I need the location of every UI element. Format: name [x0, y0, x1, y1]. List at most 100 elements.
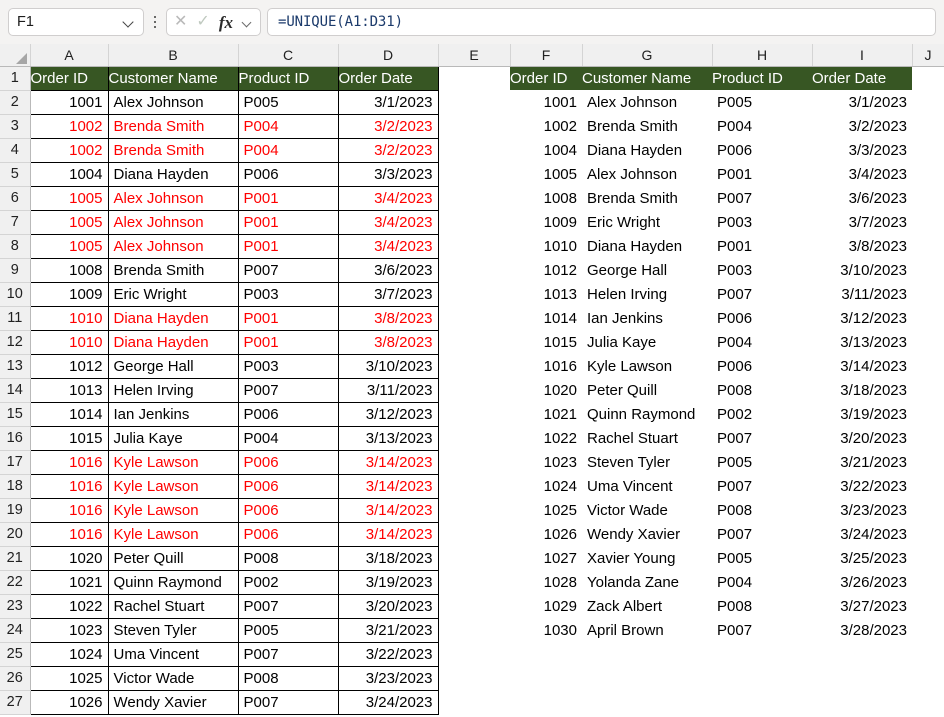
source-cell-date[interactable]: 3/8/2023	[337, 329, 439, 355]
source-cell-product[interactable]: P008	[237, 665, 339, 691]
source-cell-product[interactable]: P006	[237, 497, 339, 523]
select-all-triangle-icon[interactable]	[0, 44, 31, 67]
source-cell-order_id[interactable]: 1005	[29, 233, 109, 259]
empty-cell[interactable]	[712, 690, 812, 714]
empty-cell[interactable]	[912, 258, 944, 282]
column-header-g[interactable]: G	[582, 44, 713, 67]
source-cell-order_id[interactable]: 1016	[29, 497, 109, 523]
source-cell-customer[interactable]: Steven Tyler	[107, 617, 239, 643]
source-cell-date[interactable]: 3/1/2023	[337, 89, 439, 115]
source-cell-product[interactable]: P001	[237, 185, 339, 211]
row-header-13[interactable]: 13	[0, 354, 31, 379]
source-cell-date[interactable]: 3/10/2023	[337, 353, 439, 379]
source-cell-date[interactable]: 3/21/2023	[337, 617, 439, 643]
result-cell-product[interactable]: P003	[712, 258, 812, 282]
result-cell-order_id[interactable]: 1009	[510, 210, 582, 234]
empty-cell[interactable]	[438, 354, 510, 378]
source-cell-customer[interactable]: Kyle Lawson	[107, 473, 239, 499]
result-cell-date[interactable]: 3/21/2023	[812, 450, 912, 474]
empty-cell[interactable]	[912, 666, 944, 690]
empty-cell[interactable]	[912, 546, 944, 570]
result-cell-customer[interactable]: Diana Hayden	[582, 234, 712, 258]
result-cell-date[interactable]: 3/22/2023	[812, 474, 912, 498]
source-cell-date[interactable]: 3/2/2023	[337, 113, 439, 139]
source-cell-customer[interactable]: Brenda Smith	[107, 113, 239, 139]
empty-cell[interactable]	[438, 618, 510, 642]
empty-cell[interactable]	[438, 258, 510, 282]
source-cell-customer[interactable]: Kyle Lawson	[107, 449, 239, 475]
empty-cell[interactable]	[438, 66, 510, 90]
source-cell-customer[interactable]: Quinn Raymond	[107, 569, 239, 595]
source-cell-customer[interactable]: Kyle Lawson	[107, 521, 239, 547]
source-cell-product[interactable]: P004	[237, 137, 339, 163]
column-header-j[interactable]: J	[912, 44, 944, 67]
empty-cell[interactable]	[912, 522, 944, 546]
source-cell-product[interactable]: P007	[237, 257, 339, 283]
empty-cell[interactable]	[912, 402, 944, 426]
row-header-15[interactable]: 15	[0, 402, 31, 427]
empty-cell[interactable]	[912, 90, 944, 114]
source-cell-customer[interactable]: Peter Quill	[107, 545, 239, 571]
result-cell-order_id[interactable]: 1012	[510, 258, 582, 282]
source-cell-product[interactable]: P003	[237, 281, 339, 307]
row-header-6[interactable]: 6	[0, 186, 31, 211]
empty-cell[interactable]	[812, 690, 912, 714]
result-cell-customer[interactable]: Uma Vincent	[582, 474, 712, 498]
empty-cell[interactable]	[912, 378, 944, 402]
result-cell-customer[interactable]: Quinn Raymond	[582, 402, 712, 426]
empty-cell[interactable]	[510, 690, 582, 714]
result-cell-date[interactable]: 3/14/2023	[812, 354, 912, 378]
source-cell-order_id[interactable]: 1024	[29, 641, 109, 667]
kebab-menu-icon[interactable]	[144, 8, 166, 36]
result-cell-product[interactable]: P001	[712, 162, 812, 186]
result-cell-date[interactable]: 3/20/2023	[812, 426, 912, 450]
result-cell-date[interactable]: 3/19/2023	[812, 402, 912, 426]
result-cell-customer[interactable]: Brenda Smith	[582, 186, 712, 210]
source-cell-date[interactable]: 3/14/2023	[337, 521, 439, 547]
row-header-17[interactable]: 17	[0, 450, 31, 475]
source-cell-product[interactable]: P001	[237, 209, 339, 235]
result-cell-date[interactable]: 3/1/2023	[812, 90, 912, 114]
empty-cell[interactable]	[438, 402, 510, 426]
source-cell-date[interactable]: 3/14/2023	[337, 473, 439, 499]
result-cell-date[interactable]: 3/8/2023	[812, 234, 912, 258]
result-cell-product[interactable]: P004	[712, 330, 812, 354]
result-cell-customer[interactable]: Ian Jenkins	[582, 306, 712, 330]
empty-cell[interactable]	[912, 354, 944, 378]
empty-cell[interactable]	[438, 90, 510, 114]
result-cell-order_id[interactable]: 1026	[510, 522, 582, 546]
source-cell-order_id[interactable]: 1008	[29, 257, 109, 283]
result-cell-customer[interactable]: Julia Kaye	[582, 330, 712, 354]
result-cell-date[interactable]: 3/7/2023	[812, 210, 912, 234]
result-cell-order_id[interactable]: 1016	[510, 354, 582, 378]
result-header-cell[interactable]: Order Date	[812, 66, 912, 90]
source-cell-product[interactable]: P001	[237, 233, 339, 259]
result-cell-customer[interactable]: Peter Quill	[582, 378, 712, 402]
source-cell-product[interactable]: P008	[237, 545, 339, 571]
confirm-check-icon[interactable]: ✓	[196, 14, 209, 30]
empty-cell[interactable]	[438, 522, 510, 546]
empty-cell[interactable]	[438, 570, 510, 594]
result-cell-order_id[interactable]: 1021	[510, 402, 582, 426]
source-cell-product[interactable]: P006	[237, 473, 339, 499]
result-cell-order_id[interactable]: 1010	[510, 234, 582, 258]
source-cell-date[interactable]: 3/20/2023	[337, 593, 439, 619]
source-header-cell[interactable]: Customer Name	[107, 65, 239, 91]
empty-cell[interactable]	[438, 450, 510, 474]
column-header-e[interactable]: E	[438, 44, 511, 67]
empty-cell[interactable]	[438, 642, 510, 666]
result-cell-customer[interactable]: Kyle Lawson	[582, 354, 712, 378]
empty-cell[interactable]	[912, 498, 944, 522]
result-header-cell[interactable]: Order ID	[510, 66, 582, 90]
row-header-23[interactable]: 23	[0, 594, 31, 619]
result-cell-product[interactable]: P006	[712, 138, 812, 162]
source-cell-customer[interactable]: Brenda Smith	[107, 137, 239, 163]
result-cell-date[interactable]: 3/28/2023	[812, 618, 912, 642]
empty-cell[interactable]	[712, 666, 812, 690]
result-cell-product[interactable]: P002	[712, 402, 812, 426]
row-header-10[interactable]: 10	[0, 282, 31, 307]
result-cell-customer[interactable]: April Brown	[582, 618, 712, 642]
empty-cell[interactable]	[510, 642, 582, 666]
source-cell-product[interactable]: P004	[237, 425, 339, 451]
row-header-25[interactable]: 25	[0, 642, 31, 667]
